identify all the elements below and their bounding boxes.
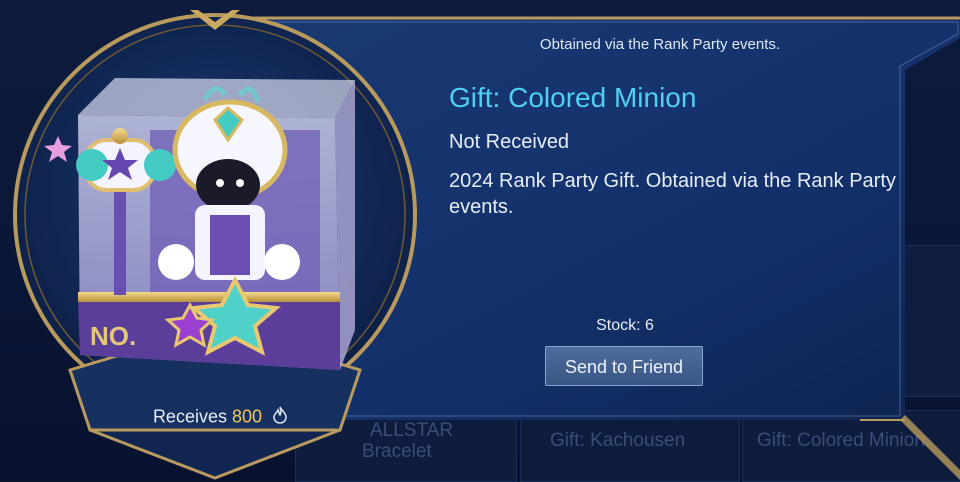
box-label: NO. — [90, 321, 136, 351]
gift-box-illustration: NO. — [44, 78, 355, 370]
source-note: Obtained via the Rank Party events. — [539, 36, 781, 53]
fire-icon — [273, 406, 287, 429]
gift-description: 2024 Rank Party Gift. Obtained via the R… — [449, 170, 896, 218]
receive-status: Not Received — [449, 131, 570, 153]
gift-title: Gift: Colored Minion — [449, 82, 697, 113]
receives-points: 800 — [231, 406, 263, 427]
receives-label: Receives — [152, 406, 227, 427]
receives-reward: Receives 800 — [120, 406, 320, 429]
send-to-friend-button[interactable]: Send to Friend — [545, 346, 703, 386]
stock-count: Stock: 6 — [596, 317, 654, 334]
